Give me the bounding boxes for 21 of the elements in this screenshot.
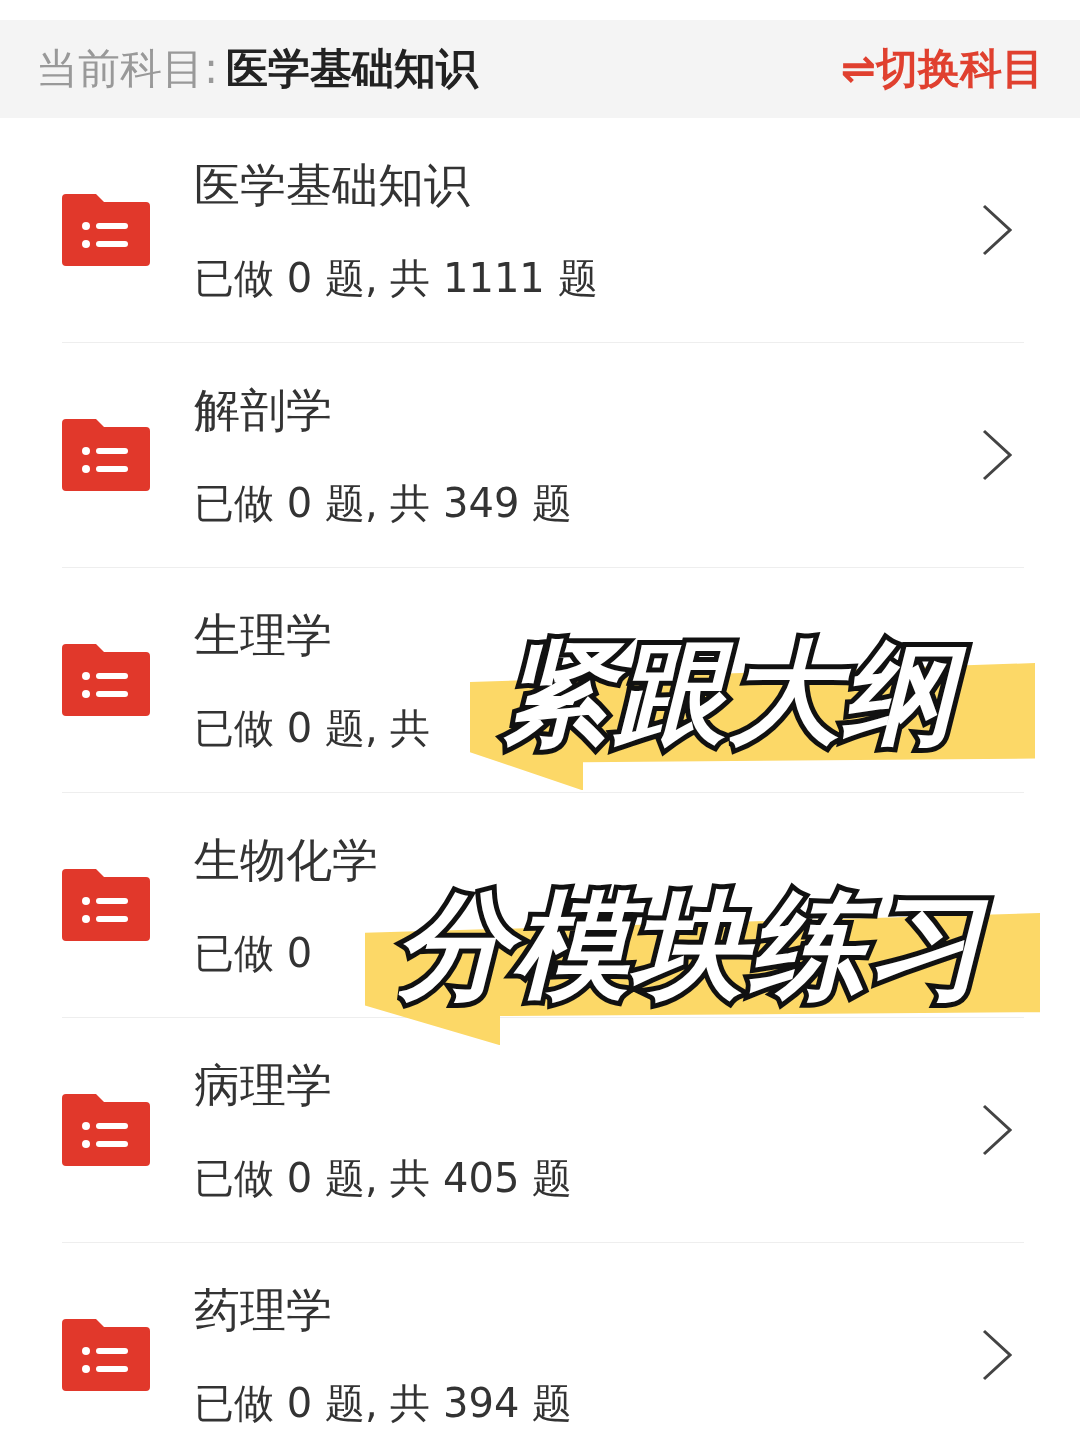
subject-name: 病理学 [194, 1056, 333, 1114]
current-subject: 医学基础知识 [226, 43, 479, 95]
subject-name: 药理学 [194, 1281, 333, 1339]
folder-list-icon [62, 1319, 150, 1391]
question-count: 已做 0 题, 共 394 题 [194, 1378, 574, 1428]
subject-name: 医学基础知识 [194, 156, 471, 214]
question-count: 已做 0 题, 共 349 题 [194, 478, 574, 528]
question-count: 已做 0 题, 共 1111 题 [194, 253, 599, 303]
current-subject-label: 当前科目: [36, 43, 219, 95]
folder-list-icon [62, 644, 150, 716]
question-count: 已做 0 题, 共 [194, 703, 432, 753]
question-count: 已做 0 题, 共 405 题 [194, 1153, 574, 1203]
subject-name: 生理学 [194, 606, 333, 664]
question-count: 已做 0 [194, 928, 314, 978]
subject-name: 解剖学 [194, 381, 333, 439]
folder-list-icon [62, 869, 150, 941]
switch-subject-button[interactable]: ⇌切换科目 [840, 41, 1044, 97]
folder-list-icon [62, 419, 150, 491]
subject-name: 生物化学 [194, 831, 379, 889]
folder-list-icon [62, 1094, 150, 1166]
folder-list-icon [62, 194, 150, 266]
